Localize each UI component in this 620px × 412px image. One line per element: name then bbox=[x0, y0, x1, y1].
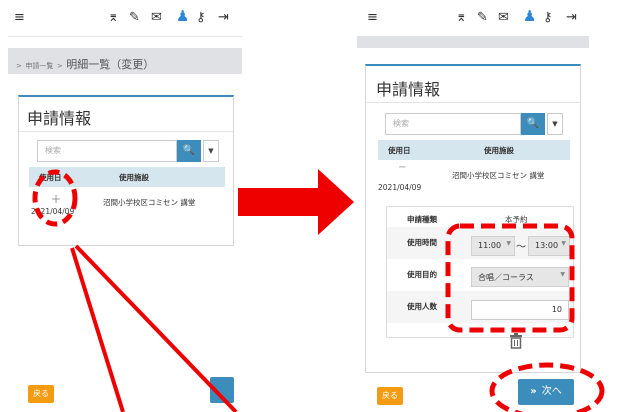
dashed-ellipse-annotation bbox=[489, 362, 605, 412]
pointer-line bbox=[70, 247, 125, 412]
dashed-rect-annotation bbox=[445, 223, 575, 333]
right-arrow-icon bbox=[238, 169, 354, 235]
dashed-circle-annotation bbox=[32, 169, 78, 227]
annotation-overlay bbox=[32, 169, 605, 412]
pointer-line bbox=[74, 244, 238, 412]
